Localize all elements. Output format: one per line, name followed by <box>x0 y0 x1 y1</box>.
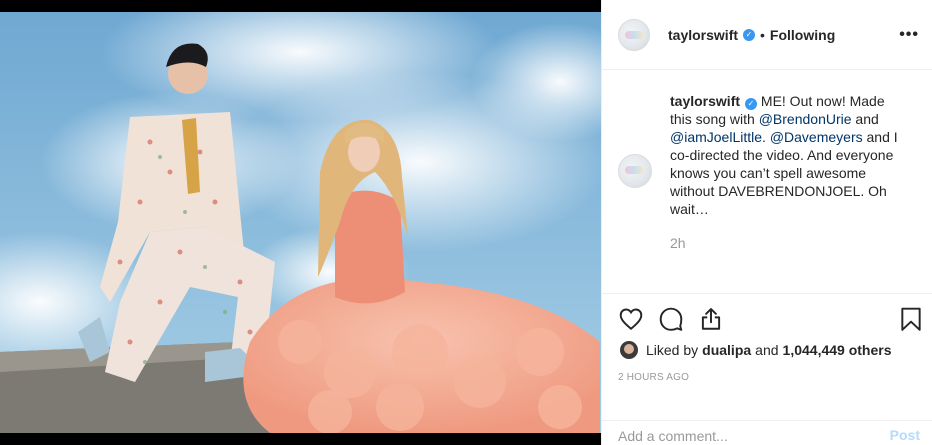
post-media <box>0 0 601 445</box>
post-header: taylorswift ✓ • Following ••• <box>602 0 932 70</box>
caption-text-2: and <box>851 111 879 127</box>
post-photo[interactable] <box>0 12 601 433</box>
likes-summary: Liked by dualipa and 1,044,449 others <box>620 341 896 359</box>
caption-text-3: . <box>762 129 770 145</box>
bookmark-icon[interactable] <box>898 306 924 332</box>
mention-brendonurie[interactable]: @BrendonUrie <box>759 111 852 127</box>
post-actions: Liked by dualipa and 1,044,449 others 2 … <box>602 293 932 445</box>
likes-joiner: and <box>755 342 779 358</box>
caption-verified-badge-icon: ✓ <box>745 98 758 110</box>
more-options-icon[interactable]: ••• <box>899 26 919 44</box>
comment-box: Post <box>602 420 932 445</box>
verified-badge-icon: ✓ <box>743 28 756 41</box>
share-icon[interactable] <box>698 306 724 332</box>
action-icons <box>618 306 921 334</box>
liker-username[interactable]: dualipa <box>702 342 751 358</box>
mention-davemeyers[interactable]: @Davemeyers <box>770 129 863 145</box>
author-username[interactable]: taylorswift <box>668 27 738 43</box>
caption-body: taylorswift ✓ ME! Out now! Made this song… <box>670 92 900 252</box>
liked-by-label: Liked by <box>646 342 699 358</box>
caption-username[interactable]: taylorswift <box>670 93 740 109</box>
speech-bubble-icon[interactable] <box>658 306 684 332</box>
mention-iamjoellittle[interactable]: @iamJoelLittle <box>670 129 762 145</box>
comment-input[interactable] <box>618 421 868 445</box>
caption-age[interactable]: 2h <box>670 234 900 252</box>
photo-illustration <box>0 12 601 433</box>
author-avatar[interactable] <box>618 18 650 51</box>
following-button[interactable]: Following <box>770 27 835 43</box>
liker-avatar[interactable] <box>620 341 638 359</box>
heart-icon[interactable] <box>618 306 644 332</box>
post-timestamp[interactable]: 2 HOURS AGO <box>618 372 689 383</box>
header-separator: • <box>760 26 765 43</box>
caption-avatar[interactable] <box>618 154 652 188</box>
post-details-panel: taylorswift ✓ • Following ••• taylorswif… <box>601 0 932 445</box>
likes-count[interactable]: 1,044,449 others <box>783 342 892 358</box>
post-caption: taylorswift ✓ ME! Out now! Made this song… <box>618 92 918 252</box>
post-comment-button[interactable]: Post <box>890 427 920 443</box>
